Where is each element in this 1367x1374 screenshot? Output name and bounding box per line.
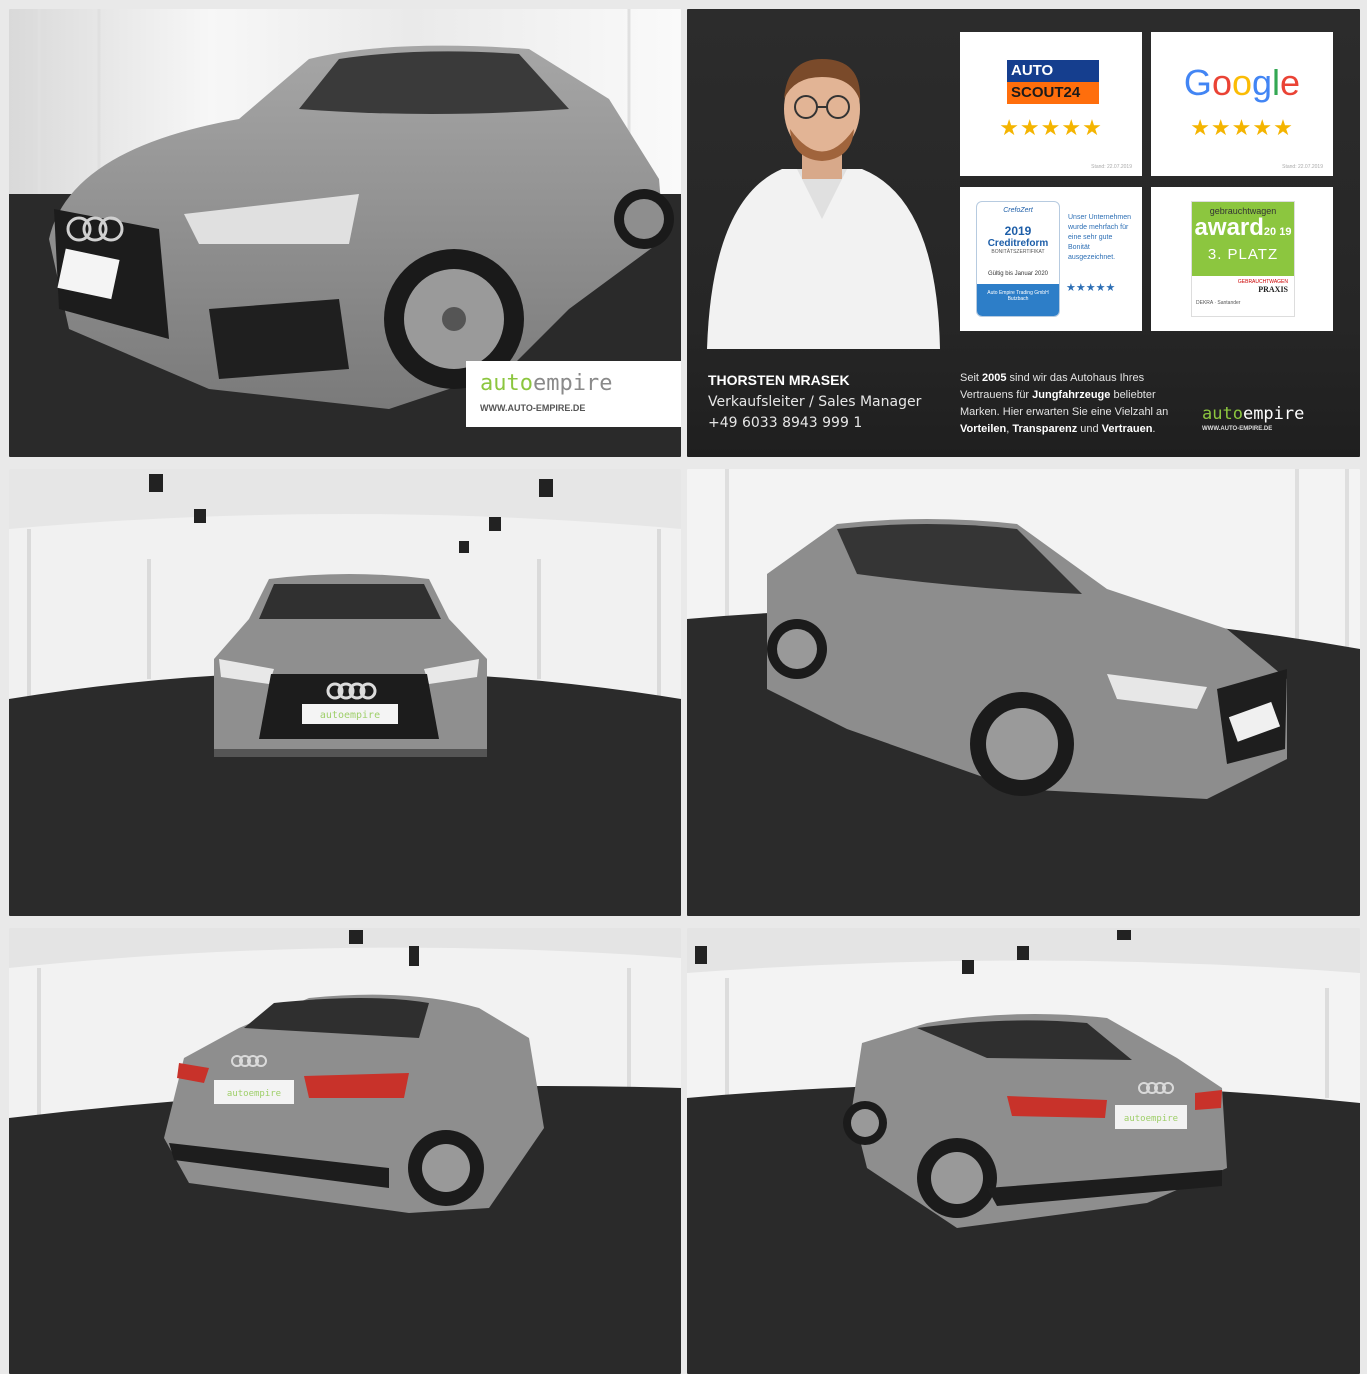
photo-gallery: autoempire WWW.AUTO-EMPIRE.DE AUTO SCOUT… bbox=[0, 0, 1367, 1374]
creditreform-description: Unser Unternehmen wurde mehrfach für ein… bbox=[1068, 214, 1132, 261]
award-seal: gebrauchtwagen award20 19 3. PLATZ GEBRA… bbox=[1191, 201, 1295, 317]
gallery-photo-front[interactable]: autoempire bbox=[9, 469, 681, 916]
gallery-photo-front-right[interactable] bbox=[687, 469, 1360, 916]
autoscout24-badge[interactable]: AUTO SCOUT24 ★★★★★ Stand: 22.07.2019 bbox=[960, 32, 1142, 176]
creditreform-badge[interactable]: CrefoZert 2019 Creditreform BONITÄTSZERT… bbox=[960, 187, 1142, 331]
crefozert-seal: CrefoZert 2019 Creditreform BONITÄTSZERT… bbox=[976, 201, 1060, 317]
dealer-logo: autoempire WWW.AUTO-EMPIRE.DE bbox=[466, 361, 681, 427]
dealer-description: Seit 2005 sind wir das Autohaus Ihres Ve… bbox=[960, 372, 1169, 435]
car-photo-front: autoempire bbox=[9, 469, 681, 916]
google-logo: Google bbox=[1183, 62, 1301, 103]
sales-manager-phone[interactable]: +49 6033 8943 999 1 bbox=[708, 415, 862, 431]
autoscout24-logo: AUTO SCOUT24 bbox=[1007, 60, 1099, 104]
sales-contact-card[interactable]: AUTO SCOUT24 ★★★★★ Stand: 22.07.2019 Goo… bbox=[687, 9, 1360, 457]
car-photo-rear-left: autoempire bbox=[9, 928, 681, 1374]
gallery-photo-rear-left[interactable]: autoempire bbox=[9, 928, 681, 1374]
sales-manager-name: THORSTEN MRASEK bbox=[708, 372, 850, 388]
google-stand-date: Stand: 22.07.2019 bbox=[1282, 164, 1323, 170]
dealer-logo-small: autoempire WWW.AUTO-EMPIRE.DE bbox=[1202, 404, 1305, 432]
logo-url: WWW.AUTO-EMPIRE.DE bbox=[480, 403, 586, 413]
autoscout24-rating-stars: ★★★★★ bbox=[999, 116, 1103, 141]
logo-part-auto: auto bbox=[480, 371, 533, 396]
plate-text-rear-left: autoempire bbox=[227, 1089, 281, 1099]
creditreform-stars: ★★★★★ bbox=[1066, 281, 1116, 294]
sales-manager-role: Verkaufsleiter / Sales Manager bbox=[708, 394, 922, 410]
plate-text-rear-right: autoempire bbox=[1124, 1114, 1178, 1124]
car-photo-front-right bbox=[687, 469, 1360, 916]
car-photo-rear-right: autoempire bbox=[687, 928, 1360, 1374]
gallery-photo-front-left[interactable]: autoempire WWW.AUTO-EMPIRE.DE bbox=[9, 9, 681, 457]
logo-part-empire: empire bbox=[532, 371, 613, 396]
google-badge[interactable]: Google ★★★★★ Stand: 22.07.2019 bbox=[1151, 32, 1333, 176]
google-rating-stars: ★★★★★ bbox=[1190, 116, 1294, 141]
autoscout24-stand-date: Stand: 22.07.2019 bbox=[1091, 164, 1132, 170]
gallery-photo-rear-right[interactable]: autoempire bbox=[687, 928, 1360, 1374]
plate-text-front: autoempire bbox=[320, 710, 380, 721]
gebrauchtwagen-award-badge[interactable]: gebrauchtwagen award20 19 3. PLATZ GEBRA… bbox=[1151, 187, 1333, 331]
salesman-portrait bbox=[707, 59, 940, 349]
